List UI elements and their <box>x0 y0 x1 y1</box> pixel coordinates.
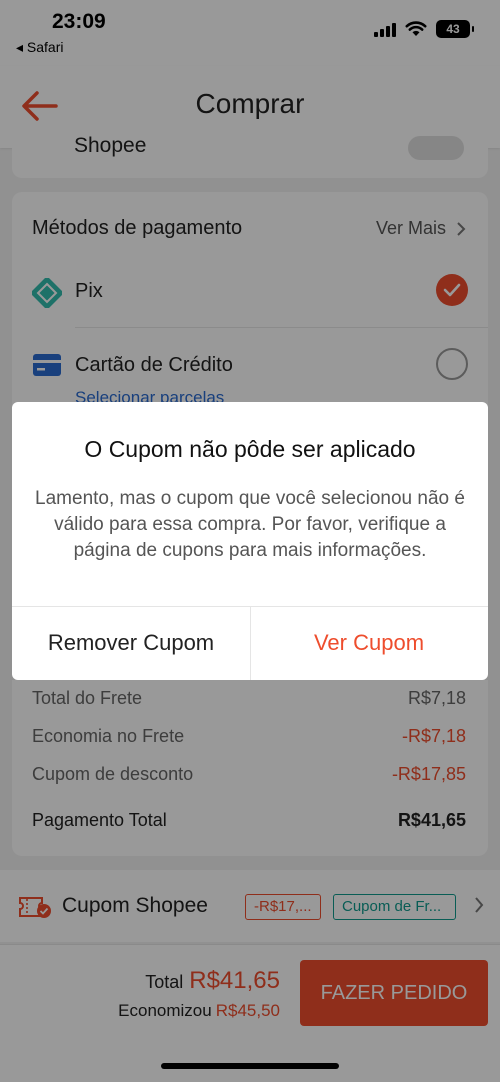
coupon-error-dialog: O Cupom não pôde ser aplicado Lamento, m… <box>12 402 488 680</box>
dialog-message: Lamento, mas o cupom que você selecionou… <box>35 488 465 561</box>
remove-coupon-button[interactable]: Remover Cupom <box>12 606 250 680</box>
view-coupon-button[interactable]: Ver Cupom <box>250 606 488 680</box>
dialog-title: O Cupom não pôde ser aplicado <box>84 436 416 462</box>
